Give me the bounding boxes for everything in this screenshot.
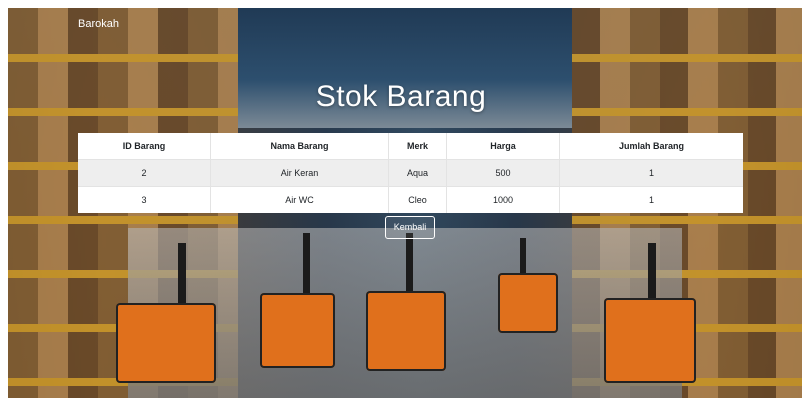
cell-price: 500 <box>446 159 560 187</box>
cell-brand: Aqua <box>388 159 447 187</box>
pallet-jack <box>366 291 446 371</box>
cell-name: Air Keran <box>210 159 389 187</box>
pallet-jack <box>604 298 696 383</box>
column-header-name: Nama Barang <box>210 133 389 160</box>
cell-price: 1000 <box>446 186 560 213</box>
cell-id: 3 <box>78 186 211 213</box>
pallet-jack <box>260 293 335 368</box>
cell-brand: Cleo <box>388 186 447 213</box>
cell-quantity: 1 <box>559 186 743 213</box>
column-header-id: ID Barang <box>78 133 211 160</box>
navbar-brand[interactable]: Barokah <box>78 18 119 30</box>
column-header-price: Harga <box>446 133 560 160</box>
cell-id: 2 <box>78 159 211 187</box>
pallet-jack <box>116 303 216 383</box>
table-row: 2 Air Keran Aqua 500 1 <box>78 159 743 187</box>
column-header-quantity: Jumlah Barang <box>618 141 685 151</box>
table-header-row: ID Barang Nama Barang Merk Harga Jumlah … <box>78 133 743 160</box>
page-title: Stok Barang <box>315 80 487 113</box>
stock-table: ID Barang Nama Barang Merk Harga Jumlah … <box>78 133 743 213</box>
pallet-jack <box>498 273 558 333</box>
cell-name: Air WC <box>210 186 389 213</box>
table-row: 3 Air WC Cleo 1000 1 <box>78 186 743 213</box>
back-button[interactable]: Kembali <box>385 216 435 239</box>
cell-quantity: 1 <box>559 159 743 187</box>
column-header-brand: Merk <box>388 133 447 160</box>
